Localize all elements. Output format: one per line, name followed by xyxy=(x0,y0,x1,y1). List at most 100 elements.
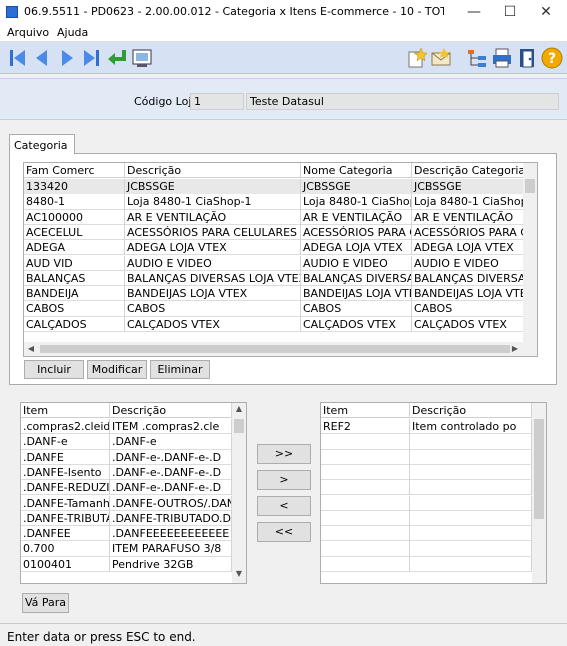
column-header[interactable]: Nome Categoria xyxy=(301,163,412,178)
table-row[interactable]: AUD VID AUDIO E VIDEO AUDIO E VIDEO AUDIO E… xyxy=(24,255,524,271)
empty-row[interactable] xyxy=(321,464,532,481)
tab-categoria[interactable]: Categoria xyxy=(9,134,75,154)
table-row[interactable]: BANDEIJA BANDEIJAS LOJA VTEX BANDEIJAS LOJ… xyxy=(24,286,524,302)
table-cell: ACECELUL xyxy=(24,224,125,240)
scroll-right-icon[interactable]: ▶ xyxy=(508,344,522,353)
empty-row[interactable] xyxy=(321,526,532,542)
table-cell xyxy=(321,556,410,572)
table-row[interactable]: ADEGA ADEGA LOJA VTEX ADEGA LOJA VTEX ADEGA… xyxy=(24,240,524,256)
table-row[interactable]: CABOS CABOS CABOS CABOS xyxy=(24,301,524,317)
table-row[interactable]: 0.700 ITEM PARAFUSO 3/8 xyxy=(21,541,232,557)
vertical-scrollbar[interactable]: ▲ ▼ xyxy=(232,403,246,583)
scroll-thumb[interactable] xyxy=(525,179,535,193)
table-row[interactable]: AC100000 AR E VENTILAÇÃO AR E VENTILAÇÃO AR… xyxy=(24,209,524,225)
last-icon[interactable] xyxy=(81,47,103,69)
help-icon[interactable]: ? xyxy=(541,47,563,69)
modificar-button[interactable]: Modificar xyxy=(87,360,147,379)
column-header[interactable]: Item xyxy=(21,403,110,418)
va-para-button[interactable]: Vá Para xyxy=(22,593,69,613)
table-row[interactable]: .DANFE .DANF-e-.DANF-e-.D xyxy=(21,449,232,465)
horizontal-scrollbar[interactable]: ◀ ▶ xyxy=(24,342,537,356)
scroll-up-icon[interactable]: ▲ xyxy=(232,404,246,413)
print-icon[interactable] xyxy=(491,47,513,69)
table-cell: CABOS xyxy=(125,301,301,317)
available-items-grid[interactable]: Item Descrição .compras2.cleidi ITEM .com… xyxy=(20,402,247,584)
menu-arquivo[interactable]: Arquivo xyxy=(7,26,49,39)
categoria-grid[interactable]: Fam Comerc Descrição Nome Categoria Desc… xyxy=(23,162,538,357)
first-icon[interactable] xyxy=(6,47,28,69)
incluir-button[interactable]: Incluir xyxy=(24,360,84,379)
empty-row[interactable] xyxy=(321,449,532,465)
empty-row[interactable] xyxy=(321,510,532,527)
table-cell: ITEM .compras2.cle xyxy=(110,419,232,434)
scroll-left-icon[interactable]: ◀ xyxy=(24,344,38,353)
table-cell: BANDEIJA xyxy=(24,286,125,302)
empty-row[interactable] xyxy=(321,556,532,572)
column-header[interactable]: Descrição xyxy=(110,403,232,418)
table-row[interactable]: .DANFEE .DANFEEEEEEEEEEEE xyxy=(21,526,232,542)
table-row[interactable]: 8480-1 Loja 8480-1 CiaShop-1 Loja 8480-1 C… xyxy=(24,194,524,210)
table-row[interactable]: ACECELUL ACESSÓRIOS PARA CELULARES ACESSÓR… xyxy=(24,224,524,241)
table-cell: ACESSÓRIOS PARA CELULARES xyxy=(125,224,301,240)
grid-header: Item Descrição xyxy=(21,403,232,418)
query-icon[interactable] xyxy=(131,47,153,69)
table-cell: ITEM PARAFUSO 3/8 xyxy=(110,541,232,557)
table-cell: .DANFE-OUTROS/.DAN xyxy=(112,495,232,511)
exit-icon[interactable] xyxy=(516,47,538,69)
table-cell: .DANFE xyxy=(21,449,110,465)
column-header[interactable]: Item xyxy=(321,403,410,418)
table-row[interactable]: REF2 Item controlado po xyxy=(321,419,532,435)
tree-icon[interactable] xyxy=(466,47,488,69)
table-row[interactable]: BALANÇAS BALANÇAS DIVERSAS LOJA VTEX BALAN… xyxy=(24,270,524,287)
eliminar-button[interactable]: Eliminar xyxy=(150,360,210,379)
scroll-thumb[interactable] xyxy=(534,419,544,519)
table-cell: AUDIO E VIDEO xyxy=(412,255,524,271)
add-button[interactable]: > xyxy=(257,470,311,490)
table-row[interactable]: 133420 JCBSSGE JCBSSGE JCBSSGE xyxy=(24,179,524,195)
menu-ajuda[interactable]: Ajuda xyxy=(57,26,88,39)
table-cell: CABOS xyxy=(301,301,412,317)
empty-row[interactable] xyxy=(321,480,532,496)
scroll-down-icon[interactable]: ▼ xyxy=(232,569,246,578)
status-bar: Enter data or press ESC to end. xyxy=(0,623,567,646)
return-icon[interactable] xyxy=(106,47,128,69)
mail-icon[interactable] xyxy=(430,47,452,69)
table-row[interactable]: .DANFE-Isento .DANF-e-.DANF-e-.D xyxy=(21,464,232,481)
table-cell: Item controlado po xyxy=(410,419,532,434)
empty-row[interactable] xyxy=(321,495,532,511)
table-cell: REF2 xyxy=(321,419,410,434)
table-cell: AR E VENTILAÇÃO xyxy=(301,209,412,225)
remove-button[interactable]: < xyxy=(257,496,311,516)
new-icon[interactable] xyxy=(405,47,427,69)
table-cell: CALÇADOS VTEX xyxy=(301,316,412,332)
close-icon[interactable]: ✕ xyxy=(528,0,564,24)
empty-row[interactable] xyxy=(321,434,532,450)
add-all-button[interactable]: >> xyxy=(257,444,311,464)
prev-icon[interactable] xyxy=(31,47,53,69)
vertical-scrollbar[interactable] xyxy=(523,163,537,342)
scroll-thumb[interactable] xyxy=(234,419,244,433)
table-row[interactable]: .DANFE-TRIBUTA .DANFE-TRIBUTADO.D xyxy=(21,510,232,527)
table-row[interactable]: 0100401 Pendrive 32GB xyxy=(21,556,232,572)
table-row[interactable]: CALÇADOS CALÇADOS VTEX CALÇADOS VTEX CALÇAD… xyxy=(24,316,524,332)
table-row[interactable]: .DANFE-REDUZID .DANF-e-.DANF-e-.D xyxy=(21,480,232,496)
remove-all-button[interactable]: << xyxy=(257,522,311,542)
column-header[interactable]: Descrição xyxy=(410,403,532,418)
column-header[interactable]: Descrição xyxy=(125,163,301,178)
column-header[interactable]: Descrição Categoria xyxy=(412,163,524,178)
selected-items-grid[interactable]: Item Descrição REF2 Item controlado po xyxy=(320,402,547,584)
vertical-scrollbar[interactable] xyxy=(532,403,546,583)
table-cell: .compras2.cleidi xyxy=(23,419,110,434)
minimize-icon[interactable]: — xyxy=(456,0,492,24)
scroll-thumb[interactable] xyxy=(40,345,510,353)
table-cell: CABOS xyxy=(412,301,524,317)
table-row[interactable]: .compras2.cleidi ITEM .compras2.cle xyxy=(21,419,232,435)
table-cell xyxy=(321,510,410,526)
empty-row[interactable] xyxy=(321,541,532,557)
table-row[interactable]: .DANFE-Tamanho .DANFE-OUTROS/.DAN xyxy=(21,495,232,511)
maximize-icon[interactable]: ☐ xyxy=(492,0,528,24)
table-row[interactable]: .DANF-e .DANF-e xyxy=(21,434,232,450)
table-cell: JCBSSGE xyxy=(412,179,524,194)
column-header[interactable]: Fam Comerc xyxy=(24,163,125,178)
next-icon[interactable] xyxy=(56,47,78,69)
